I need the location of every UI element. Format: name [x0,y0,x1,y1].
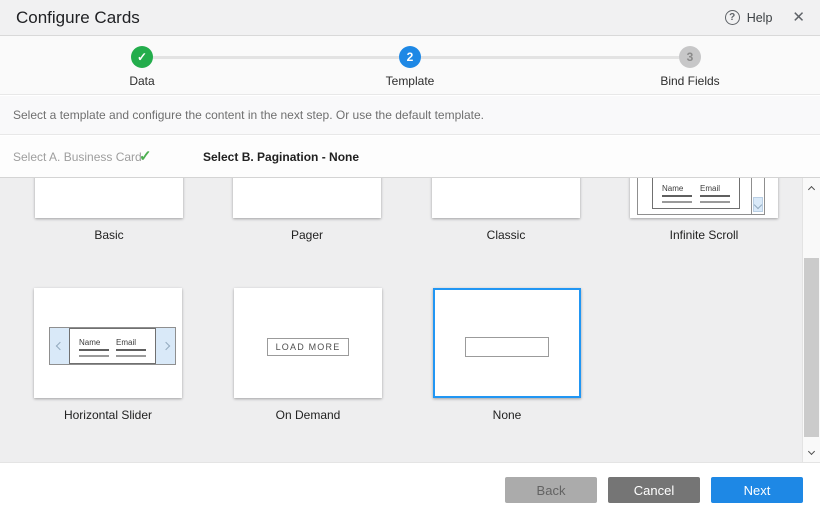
name-field-label: Name [662,184,692,193]
field-underline [662,195,692,197]
chevron-left-icon [50,328,69,364]
scroll-down-button[interactable] [803,440,820,462]
field-underline [79,349,109,351]
chevron-right-icon [156,328,175,364]
preview-email-field: Email [116,338,146,363]
preview-name-field: Name [662,184,692,203]
step-data-label: Data [82,74,202,88]
template-gallery: Basic Pager Classic Name [0,178,820,462]
next-button[interactable]: Next [711,477,803,503]
template-gallery-viewport: Basic Pager Classic Name [0,178,802,462]
help-icon: ? [725,10,740,25]
preview-record-box: Name Email [69,328,156,364]
configure-cards-dialog: Configure Cards ? Help ✕ ✓ 2 3 Data Temp… [0,0,820,516]
step-template-label: Template [350,74,470,88]
card-label: Classic [432,228,580,242]
name-field-label: Name [79,338,109,347]
load-more-box: LOAD MORE [267,338,349,356]
infinite-scroll-preview: Name Email [637,178,765,215]
field-underline [700,195,730,197]
chevron-down-icon [808,447,815,454]
horizontal-slider-preview: Name Email [49,327,176,365]
stepper-connector-1 [153,56,399,59]
selection-bar: Select A. Business Card ✓ Select B. Pagi… [0,136,820,178]
field-underline [116,355,146,357]
template-card-basic[interactable] [35,178,183,218]
field-underline [700,201,730,203]
wizard-stepper: ✓ 2 3 Data Template Bind Fields [0,36,820,95]
field-underline [116,349,146,351]
template-card-on-demand[interactable]: LOAD MORE [234,288,382,398]
scrollbar-thumb[interactable] [804,258,819,437]
preview-scrollbar [751,178,764,214]
dialog-footer: Back Cancel Next [0,462,820,516]
preview-record-box: Name Email [652,178,740,209]
description-text: Select a template and configure the cont… [13,108,484,122]
step-bind-fields-label: Bind Fields [630,74,750,88]
step-data-circle[interactable]: ✓ [131,46,153,68]
field-underline [662,201,692,203]
email-field-label: Email [116,338,146,347]
template-card-classic[interactable] [432,178,580,218]
card-label: Horizontal Slider [34,408,182,422]
scroll-up-button[interactable] [803,178,820,200]
card-label: Basic [35,228,183,242]
card-label: On Demand [234,408,382,422]
select-a-label: Select A. Business Card [13,136,142,178]
template-card-none-selected[interactable] [433,288,581,398]
stepper-connector-2 [421,56,679,59]
close-icon[interactable]: ✕ [792,10,805,25]
vertical-scrollbar[interactable] [802,178,820,462]
description-row: Select a template and configure the cont… [0,96,820,135]
none-placeholder-rect [465,337,549,357]
select-b-label: Select B. Pagination - None [203,136,359,178]
header-actions: ? Help ✕ [725,0,805,35]
email-field-label: Email [700,184,730,193]
select-a-check-icon: ✓ [139,136,152,178]
page-title: Configure Cards [16,0,140,35]
step-bind-fields-circle[interactable]: 3 [679,46,701,68]
step-template-circle[interactable]: 2 [399,46,421,68]
field-underline [79,355,109,357]
help-label: Help [747,11,773,25]
card-label: None [433,408,581,422]
help-button[interactable]: ? Help [725,10,773,25]
card-label: Pager [233,228,381,242]
card-label: Infinite Scroll [630,228,778,242]
check-icon: ✓ [137,50,147,64]
template-card-horizontal-slider[interactable]: Name Email [34,288,182,398]
preview-name-field: Name [79,338,109,363]
preview-email-field: Email [700,184,730,203]
template-card-pager[interactable] [233,178,381,218]
back-button[interactable]: Back [505,477,597,503]
cancel-button[interactable]: Cancel [608,477,700,503]
dialog-header: Configure Cards ? Help ✕ [0,0,820,36]
chevron-up-icon [808,185,815,192]
chevron-down-icon [753,197,763,212]
template-card-infinite-scroll[interactable]: Name Email [630,178,778,218]
